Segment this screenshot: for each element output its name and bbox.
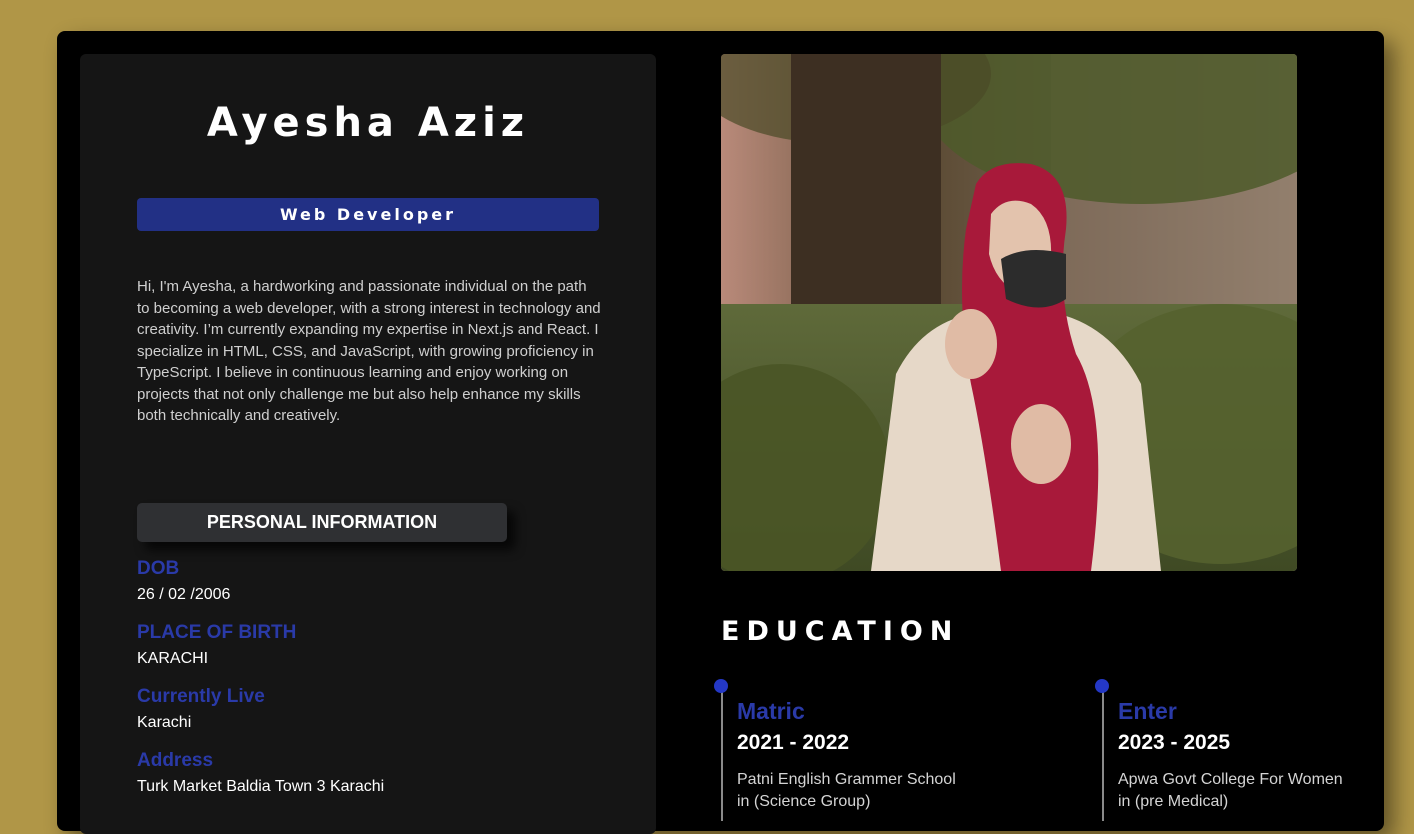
education-years: 2021 - 2022 <box>737 731 850 754</box>
dob-value: 26 / 02 /2006 <box>137 586 231 603</box>
education-school: Patni English Grammer School in (Science… <box>737 771 956 810</box>
address-label: Address <box>137 750 214 771</box>
place-of-birth-value: KARACHI <box>137 650 209 667</box>
education-years: 2023 - 2025 <box>1118 731 1231 754</box>
role-badge: Web Developer <box>137 198 599 231</box>
timeline-line <box>721 690 723 821</box>
education-heading: EDUCATION <box>721 616 960 647</box>
education-level: Enter <box>1118 698 1177 724</box>
profile-name: Ayesha Aziz <box>206 100 530 146</box>
timeline-dot-icon <box>1095 679 1109 693</box>
current-city-value: Karachi <box>137 714 192 731</box>
education-level: Matric <box>737 698 805 724</box>
current-city-label: Currently Live <box>137 686 265 707</box>
profile-photo <box>721 54 1297 571</box>
address-value: Turk Market Baldia Town 3 Karachi <box>137 778 385 795</box>
profile-bio: Hi, I'm Ayesha, a hardworking and passio… <box>137 278 601 424</box>
dob-label: DOB <box>137 558 180 579</box>
personal-information-button[interactable]: PERSONAL INFORMATION <box>137 503 507 542</box>
place-of-birth-label: PLACE OF BIRTH <box>137 622 297 643</box>
timeline-line <box>1102 690 1104 821</box>
education-school: Apwa Govt College For Women in (pre Medi… <box>1118 771 1343 810</box>
timeline-dot-icon <box>714 679 728 693</box>
